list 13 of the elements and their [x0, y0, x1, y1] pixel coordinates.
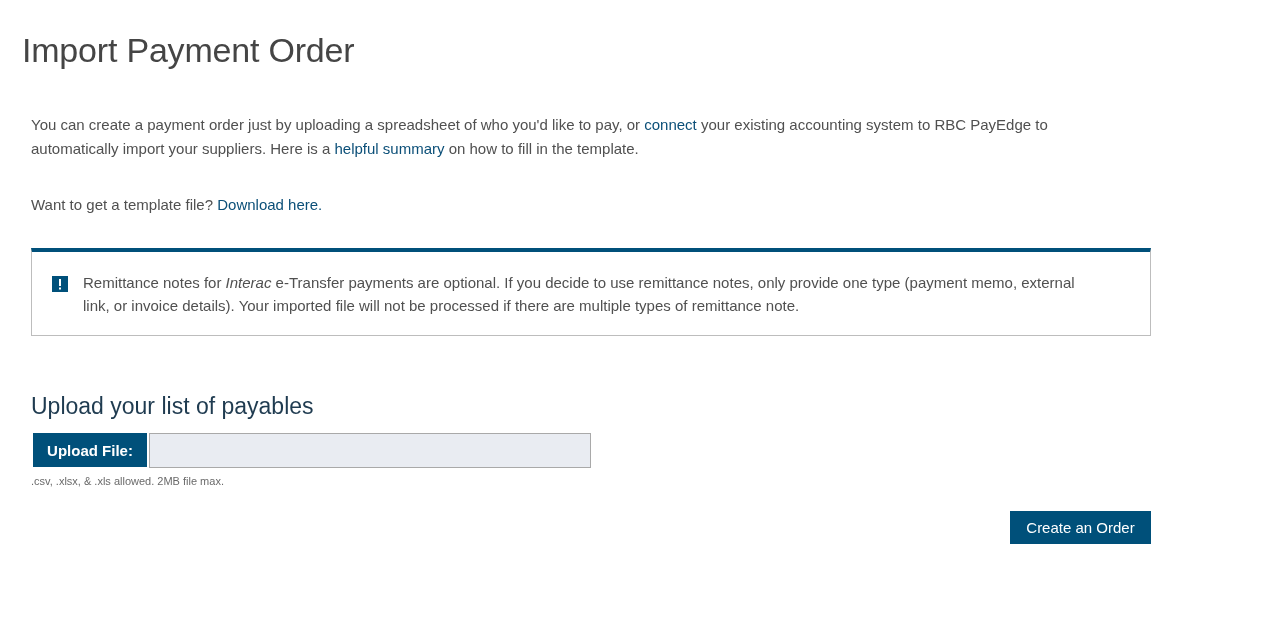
template-prompt: Want to get a template file? Download here. — [31, 195, 324, 215]
upload-file-button[interactable]: Upload File: — [33, 433, 147, 467]
notice-text: Remittance notes for Interac e-Transfer payments are optional. If you decide to use remittance notes, only provide one type (payment memo, external link, or invoice details). Your imported file will not be processed if there are multiple types of remittance note. — [83, 273, 1076, 316]
file-hint: .csv, .xlsx, & .xls allowed. 2MB file max. — [31, 474, 224, 488]
exclamation-icon — [52, 276, 68, 292]
page-title: Import Payment Order — [22, 30, 355, 71]
text-link[interactable]: helpful summary — [334, 140, 445, 157]
section-heading: Upload your list of payables — [31, 392, 314, 421]
intro-paragraph: You can create a payment order just by uploading a spreadsheet of who you'd like to pay, or connect your existing accounting system to RBC PayEdge to automatically import your suppliers. Here is a helpful summary on how to fill in the template. — [31, 115, 1049, 159]
text-link[interactable]: Download here. — [217, 196, 323, 213]
create-order-button[interactable]: Create an Order — [1010, 511, 1151, 544]
file-name-field[interactable] — [149, 433, 591, 468]
text-link[interactable]: connect — [644, 116, 697, 133]
